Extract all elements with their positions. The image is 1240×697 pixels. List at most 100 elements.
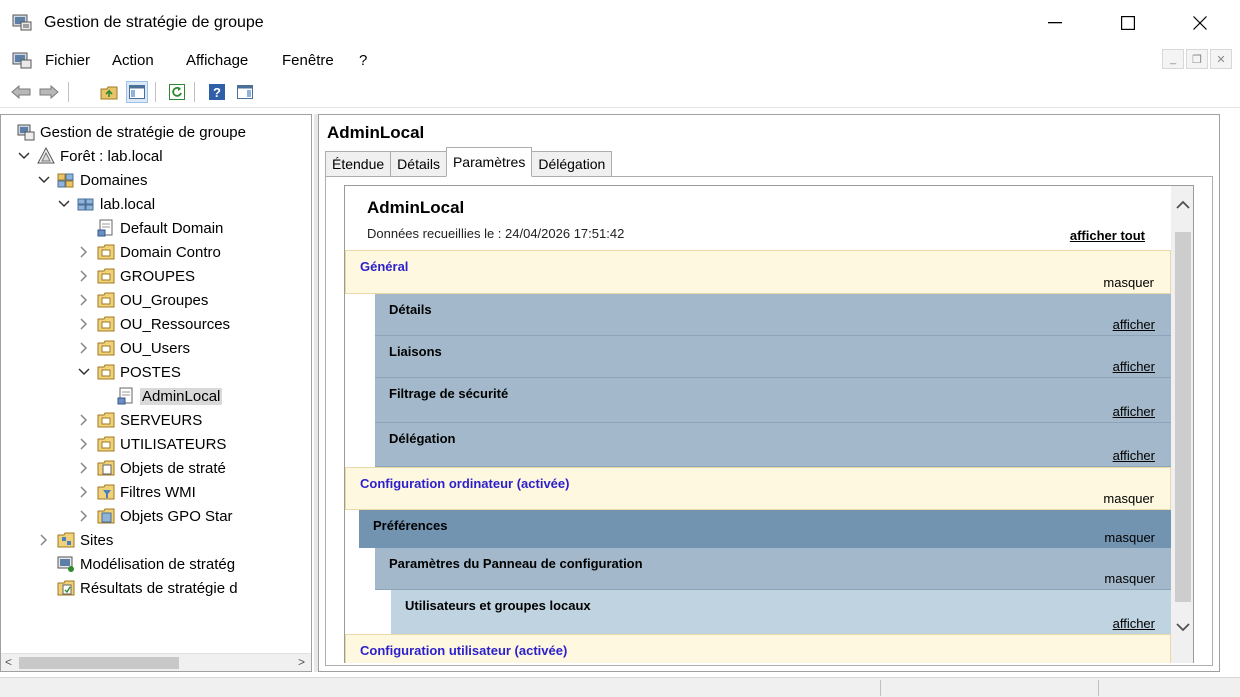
console-tree[interactable]: Gestion de stratégie de groupe Forêt : la…: [0, 114, 312, 672]
back-button[interactable]: [10, 81, 32, 103]
mdi-close-button[interactable]: ✕: [1210, 49, 1232, 69]
chevron-right-icon[interactable]: [77, 317, 91, 331]
modeling-icon: [57, 555, 75, 573]
show-section-link[interactable]: afficher: [1113, 616, 1155, 631]
tree-item[interactable]: Forêt : lab.local: [17, 145, 163, 167]
tree-item-label: Modélisation de stratég: [80, 555, 236, 573]
tree-item[interactable]: Domain Contro: [77, 241, 221, 263]
tree-item[interactable]: GROUPES: [77, 265, 195, 287]
tree-item[interactable]: Modélisation de stratég: [37, 553, 235, 575]
chevron-right-icon[interactable]: [77, 269, 91, 283]
tree-item[interactable]: Default Domain: [77, 217, 223, 239]
help-button[interactable]: ?: [206, 81, 228, 103]
toolbar-separator: [68, 82, 69, 102]
show-section-link[interactable]: afficher: [1113, 317, 1155, 332]
window-title: Gestion de stratégie de groupe: [44, 14, 264, 31]
scroll-left-icon[interactable]: <: [5, 655, 12, 669]
tree-item[interactable]: Sites: [37, 529, 113, 551]
details-tabs: Étendue Détails Paramètres Délégation: [325, 147, 613, 177]
mdi-restore-button[interactable]: ❐: [1186, 49, 1208, 69]
chevron-right-icon[interactable]: [77, 461, 91, 475]
menu-action[interactable]: Action: [112, 52, 154, 69]
tree-item[interactable]: POSTES: [77, 361, 181, 383]
scroll-thumb[interactable]: [1175, 232, 1191, 602]
report-vertical-scrollbar[interactable]: [1171, 186, 1193, 663]
hide-section-link[interactable]: masquer: [1103, 275, 1154, 290]
tab-2[interactable]: Paramètres: [445, 147, 533, 177]
scroll-down-icon[interactable]: [1175, 620, 1191, 634]
scroll-right-icon[interactable]: >: [298, 655, 305, 669]
ou-icon: [97, 267, 115, 285]
report-gpo-name: AdminLocal: [367, 198, 465, 217]
svg-text:?: ?: [213, 85, 221, 100]
chevron-right-icon[interactable]: [77, 293, 91, 307]
tree-item[interactable]: OU_Groupes: [77, 289, 208, 311]
mdi-minimize-button[interactable]: _: [1162, 49, 1184, 69]
help-icon: ?: [209, 84, 225, 100]
chevron-down-icon[interactable]: [77, 365, 91, 379]
chevron-down-icon[interactable]: [17, 149, 31, 163]
up-level-button[interactable]: [98, 81, 120, 103]
tree-item-label: lab.local: [100, 195, 156, 213]
forward-button[interactable]: [38, 81, 60, 103]
tree-item[interactable]: Objets GPO Star: [77, 505, 233, 527]
scroll-up-icon[interactable]: [1175, 198, 1191, 212]
chevron-right-icon[interactable]: [37, 533, 51, 547]
show-hide-console-tree-icon: [129, 85, 145, 99]
show-hide-tree-button[interactable]: [126, 81, 148, 103]
chevron-down-icon[interactable]: [57, 197, 71, 211]
chevron-right-icon[interactable]: [77, 437, 91, 451]
results-icon: [57, 579, 75, 597]
show-section-link[interactable]: afficher: [1113, 359, 1155, 374]
tab-1[interactable]: Détails: [390, 151, 446, 177]
report-section: Filtrage de sécurité afficher: [375, 378, 1171, 423]
tree-item-label: GROUPES: [120, 267, 196, 285]
minimize-button[interactable]: [1035, 8, 1075, 38]
tree-horizontal-scrollbar[interactable]: < >: [1, 653, 311, 671]
menu-bar: Fichier Action Affichage Fenêtre ? _ ❐ ✕: [0, 46, 1240, 74]
tree-item-label: Sites: [80, 531, 114, 549]
chevron-right-icon[interactable]: [77, 509, 91, 523]
tree-item-label: Filtres WMI: [120, 483, 196, 501]
mdi-window-icon[interactable]: [12, 51, 32, 73]
menu-affichage[interactable]: Affichage: [186, 52, 248, 69]
settings-report: AdminLocal Données recueillies le : 24/0…: [344, 185, 1194, 663]
chevron-right-icon[interactable]: [77, 485, 91, 499]
tree-item-label: Gestion de stratégie de groupe: [40, 123, 246, 141]
chevron-right-icon[interactable]: [77, 413, 91, 427]
tree-item[interactable]: lab.local: [57, 193, 155, 215]
hide-section-link[interactable]: masquer: [1104, 571, 1155, 586]
tree-item[interactable]: Résultats de stratégie d: [37, 577, 238, 599]
tree-item[interactable]: SERVEURS: [77, 409, 202, 431]
menu-fenetre[interactable]: Fenêtre: [282, 52, 334, 69]
tree-item[interactable]: Filtres WMI: [77, 481, 196, 503]
chevron-right-icon[interactable]: [77, 245, 91, 259]
chevron-down-icon[interactable]: [37, 173, 51, 187]
ou-icon: [97, 339, 115, 357]
menu-help[interactable]: ?: [359, 52, 367, 69]
tree-item[interactable]: AdminLocal: [97, 385, 223, 407]
refresh-button[interactable]: [166, 81, 188, 103]
hide-section-link[interactable]: masquer: [1104, 530, 1155, 545]
hide-section-link[interactable]: masquer: [1103, 491, 1154, 506]
ou-icon: [97, 435, 115, 453]
tree-item[interactable]: Gestion de stratégie de groupe: [17, 121, 246, 143]
show-all-link[interactable]: afficher tout: [1070, 228, 1145, 243]
tree-item[interactable]: OU_Users: [77, 337, 190, 359]
menu-fichier[interactable]: Fichier: [45, 52, 90, 69]
tree-item[interactable]: Domaines: [37, 169, 148, 191]
scroll-thumb[interactable]: [19, 657, 179, 669]
tab-3[interactable]: Délégation: [532, 151, 613, 177]
tree-item[interactable]: Objets de straté: [77, 457, 226, 479]
show-section-link[interactable]: afficher: [1113, 448, 1155, 463]
ou-icon: [97, 363, 115, 381]
tab-0[interactable]: Étendue: [325, 151, 391, 177]
tree-item[interactable]: OU_Ressources: [77, 313, 230, 335]
maximize-button[interactable]: [1108, 8, 1148, 38]
show-section-link[interactable]: afficher: [1113, 404, 1155, 419]
tree-item[interactable]: UTILISATEURS: [77, 433, 226, 455]
forest-icon: [37, 146, 55, 165]
chevron-right-icon[interactable]: [77, 341, 91, 355]
show-action-pane-button[interactable]: [234, 81, 256, 103]
close-button[interactable]: [1180, 8, 1220, 38]
